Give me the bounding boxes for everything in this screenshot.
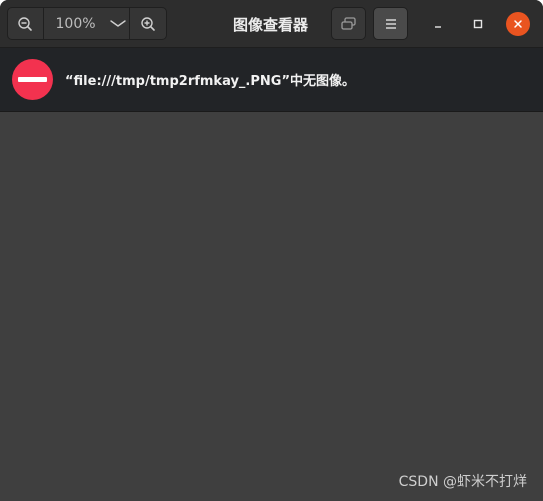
zoom-control-group: 100% [7,7,167,40]
zoom-level-dropdown[interactable]: 100% [44,8,131,39]
no-entry-icon [12,59,53,100]
minimize-button[interactable] [426,12,450,36]
maximize-icon [473,19,483,29]
gallery-button[interactable] [331,7,366,40]
watermark-text: CSDN @虾米不打烊 [398,474,527,490]
zoom-out-icon [18,16,33,31]
error-message: “file:///tmp/tmp2rfmkay_.PNG”中无图像。 [65,74,355,89]
image-display-area: CSDN @虾米不打烊 [0,113,543,501]
header-bar: 100% 图像查看器 [0,0,543,48]
minimize-icon [435,26,441,28]
zoom-in-button[interactable] [130,8,166,39]
window-title: 图像查看器 [233,16,309,34]
error-infobar: “file:///tmp/tmp2rfmkay_.PNG”中无图像。 [0,48,543,112]
hamburger-menu-icon [385,18,396,29]
menu-button[interactable] [373,7,408,40]
close-button[interactable] [506,12,530,36]
close-icon [514,20,522,28]
zoom-out-button[interactable] [8,8,44,39]
gallery-icon [340,16,356,30]
zoom-level-value: 100% [55,15,96,32]
zoom-in-icon [141,16,156,31]
maximize-button[interactable] [466,12,490,36]
chevron-down-icon [109,19,126,27]
image-viewer-window: 100% 图像查看器 “file:///tmp/tmp2rfmkay_.PNG”… [0,0,543,501]
